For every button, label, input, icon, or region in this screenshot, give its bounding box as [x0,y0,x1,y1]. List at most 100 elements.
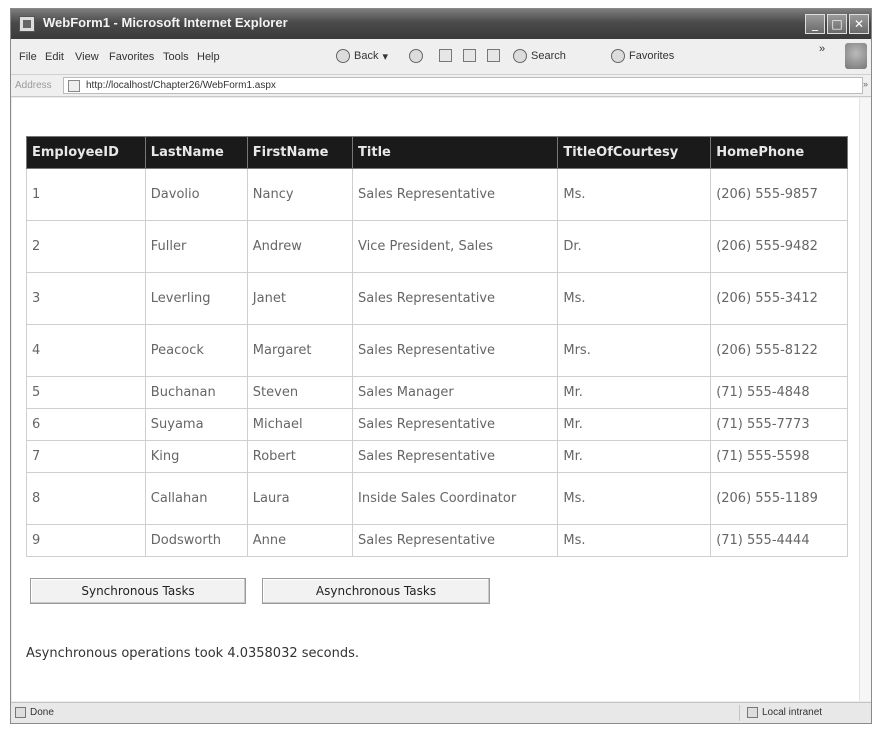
table-row: 2 Fuller Andrew Vice President, Sales Dr… [26,220,848,273]
cell-lastname: Buchanan [144,376,248,409]
menu-bar: File Edit View Favorites Tools Help Back… [11,39,871,75]
refresh-icon [463,49,476,62]
cell-firstname: Nancy [246,168,354,221]
cell-employeeid: 9 [26,524,146,557]
cell-lastname: Leverling [144,272,248,325]
ie-app-icon [19,16,35,32]
cell-lastname: Peacock [144,324,248,377]
window-title: WebForm1 - Microsoft Internet Explorer [43,15,288,30]
cell-employeeid: 1 [26,168,146,221]
header-firstname: FirstName [246,136,354,169]
browser-window: WebForm1 - Microsoft Internet Explorer _… [10,8,872,724]
cell-firstname: Anne [246,524,354,557]
table-row: 4 Peacock Margaret Sales Representative … [26,324,848,377]
search-icon [513,49,527,63]
stop-icon [439,49,452,62]
address-dropdown-icon[interactable]: » [863,79,868,89]
cell-titleofcourtesy: Ms. [557,168,712,221]
intranet-zone-icon [747,707,758,718]
zone-text: Local intranet [762,707,823,718]
cell-homephone: (71) 555-4848 [710,376,848,409]
page-done-icon [15,707,26,718]
cell-firstname: Steven [246,376,354,409]
cell-lastname: Suyama [144,408,248,441]
cell-titleofcourtesy: Ms. [557,472,712,525]
asynchronous-tasks-button[interactable]: Asynchronous Tasks [262,578,490,604]
cell-homephone: (206) 555-9482 [710,220,848,273]
favorites-button[interactable]: Favorites [611,49,674,63]
cell-title: Inside Sales Coordinator [352,472,559,525]
cell-lastname: Callahan [144,472,248,525]
cell-homephone: (206) 555-8122 [710,324,848,377]
cell-title: Vice President, Sales [352,220,559,273]
status-bar: Done Local intranet [11,702,871,723]
menu-file[interactable]: File [19,51,37,63]
cell-employeeid: 4 [26,324,146,377]
cell-firstname: Janet [246,272,354,325]
table-row: 8 Callahan Laura Inside Sales Coordinato… [26,472,848,525]
forward-arrow-icon [409,49,423,63]
cell-homephone: (206) 555-1189 [710,472,848,525]
minimize-button[interactable]: _ [805,14,825,34]
cell-employeeid: 6 [26,408,146,441]
status-text: Done [30,707,54,718]
table-row: 5 Buchanan Steven Sales Manager Mr. (71)… [26,376,848,409]
table-row: 9 Dodsworth Anne Sales Representative Ms… [26,524,848,557]
header-employeeid: EmployeeID [26,136,146,169]
vertical-scrollbar[interactable] [859,98,871,701]
table-row: 1 Davolio Nancy Sales Representative Ms.… [26,168,848,221]
table-row: 6 Suyama Michael Sales Representative Mr… [26,408,848,441]
cell-titleofcourtesy: Ms. [557,272,712,325]
header-lastname: LastName [144,136,248,169]
search-button[interactable]: Search [513,49,566,63]
back-dropdown-icon: ▾ [382,50,388,63]
address-label: Address [15,80,52,91]
cell-lastname: Fuller [144,220,248,273]
status-divider [739,705,740,721]
cell-employeeid: 7 [26,440,146,473]
forward-button[interactable] [409,49,423,63]
page-content: EmployeeID LastName FirstName Title Titl… [12,98,871,701]
menu-view[interactable]: View [75,51,99,63]
synchronous-tasks-button[interactable]: Synchronous Tasks [30,578,246,604]
menu-favorites[interactable]: Favorites [109,51,154,63]
address-input[interactable]: http://localhost/Chapter26/WebForm1.aspx [63,77,863,94]
cell-title: Sales Representative [352,324,559,377]
favorites-star-icon [611,49,625,63]
cell-lastname: King [144,440,248,473]
back-button[interactable]: Back ▾ [336,49,388,63]
stop-button[interactable] [439,49,452,62]
favorites-label: Favorites [629,50,675,62]
employees-grid: EmployeeID LastName FirstName Title Titl… [26,136,848,557]
close-button[interactable]: ✕ [849,14,869,34]
cell-employeeid: 3 [26,272,146,325]
back-arrow-icon [336,49,350,63]
home-button[interactable] [487,49,500,62]
cell-titleofcourtesy: Mr. [557,408,712,441]
cell-titleofcourtesy: Mrs. [557,324,712,377]
back-label: Back [354,50,379,62]
header-title: Title [352,136,559,169]
cell-homephone: (71) 555-4444 [710,524,848,557]
cell-firstname: Margaret [246,324,354,377]
title-bar[interactable]: WebForm1 - Microsoft Internet Explorer _… [11,9,871,39]
result-label: Asynchronous operations took 4.0358032 s… [26,646,360,661]
cell-employeeid: 8 [26,472,146,525]
cell-title: Sales Representative [352,408,559,441]
refresh-button[interactable] [463,49,476,62]
toolbar-chevron[interactable]: » [819,43,825,55]
cell-lastname: Dodsworth [144,524,248,557]
menu-tools[interactable]: Tools [163,51,189,63]
menu-edit[interactable]: Edit [45,51,64,63]
cell-lastname: Davolio [144,168,248,221]
cell-title: Sales Manager [352,376,559,409]
cell-title: Sales Representative [352,272,559,325]
maximize-button[interactable]: □ [827,14,847,34]
cell-employeeid: 2 [26,220,146,273]
menu-help[interactable]: Help [197,51,220,63]
search-label: Search [531,50,566,62]
cell-title: Sales Representative [352,440,559,473]
header-homephone: HomePhone [710,136,848,169]
table-row: 7 King Robert Sales Representative Mr. (… [26,440,848,473]
cell-titleofcourtesy: Dr. [557,220,712,273]
